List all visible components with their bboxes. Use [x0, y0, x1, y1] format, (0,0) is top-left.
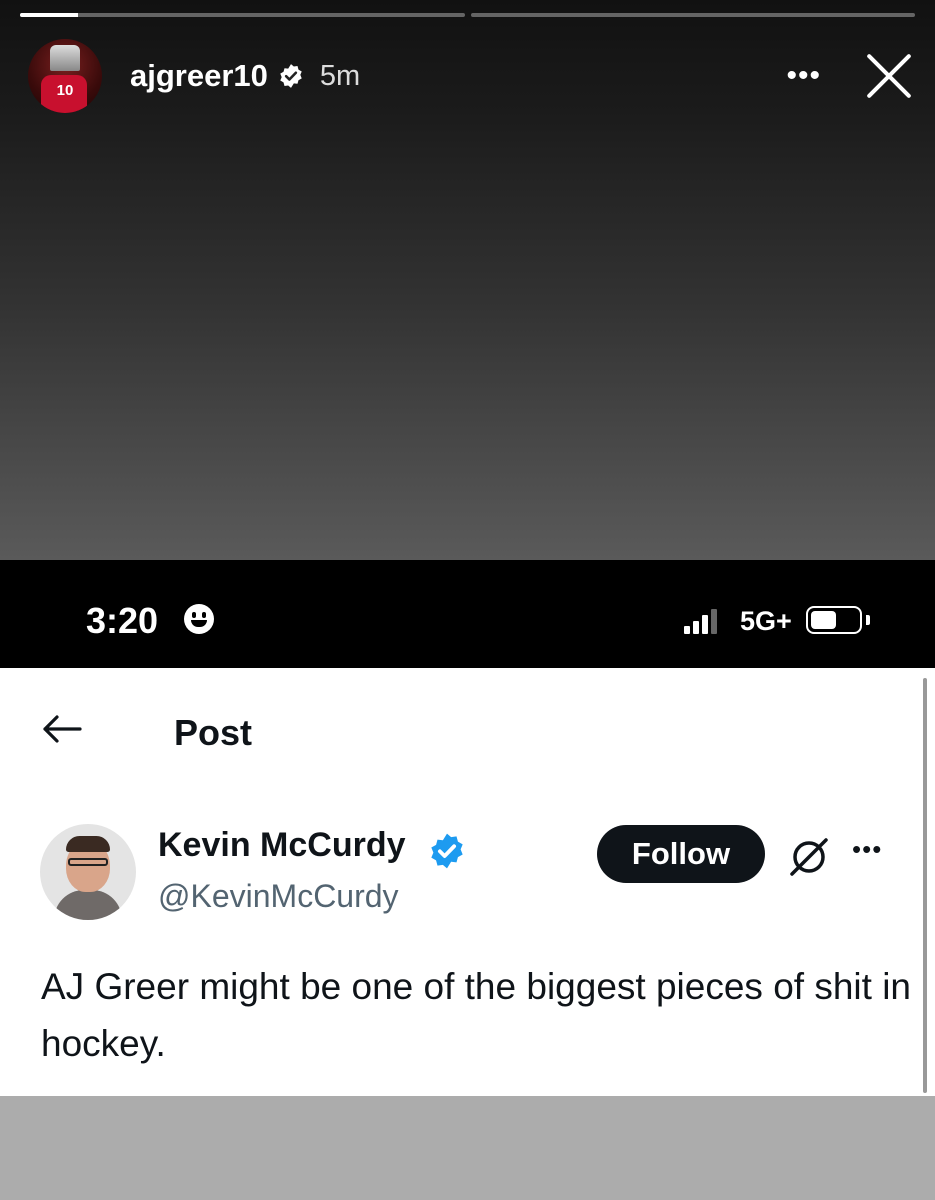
- post-view: Post Kevin McCurdy @KevinMcCurdy Follow …: [0, 668, 935, 1096]
- jersey-number: 10: [56, 82, 74, 99]
- smiley-icon: [184, 604, 214, 634]
- author-name[interactable]: Kevin McCurdy: [158, 826, 406, 865]
- back-arrow-icon[interactable]: [40, 714, 84, 744]
- grok-icon[interactable]: [786, 834, 832, 880]
- trophy-shape: [50, 45, 80, 71]
- close-icon[interactable]: [863, 50, 915, 102]
- author-avatar[interactable]: [40, 824, 136, 920]
- status-time: 3:20: [86, 600, 159, 641]
- more-dots-icon[interactable]: •••: [786, 61, 821, 91]
- post-text: AJ Greer might be one of the biggest pie…: [41, 966, 911, 1064]
- screenshot-status-bar: 3:20 5G+: [0, 560, 935, 668]
- scrollbar[interactable]: [923, 678, 927, 1093]
- story-progress-segment-1: [20, 13, 465, 17]
- story-header: 10 ajgreer10 5m •••: [28, 38, 915, 114]
- story-timestamp: 5m: [319, 59, 361, 92]
- story-avatar[interactable]: 10: [28, 39, 102, 113]
- follow-button[interactable]: Follow: [597, 825, 765, 883]
- page-title: Post: [174, 712, 253, 753]
- battery-icon: [806, 606, 862, 634]
- verified-badge-icon: [280, 64, 302, 88]
- signal-icon: [684, 608, 717, 634]
- verified-badge-icon: [431, 833, 463, 869]
- network-label: 5G+: [740, 606, 792, 636]
- story-progress-bars: [20, 13, 915, 18]
- story-progress-segment-2: [470, 13, 915, 17]
- battery-tip: [866, 615, 870, 625]
- story-username[interactable]: ajgreer10: [130, 58, 268, 94]
- author-handle[interactable]: @KevinMcCurdy: [158, 878, 399, 915]
- story-bottom-area: [0, 1096, 935, 1200]
- more-dots-icon[interactable]: •••: [852, 834, 882, 865]
